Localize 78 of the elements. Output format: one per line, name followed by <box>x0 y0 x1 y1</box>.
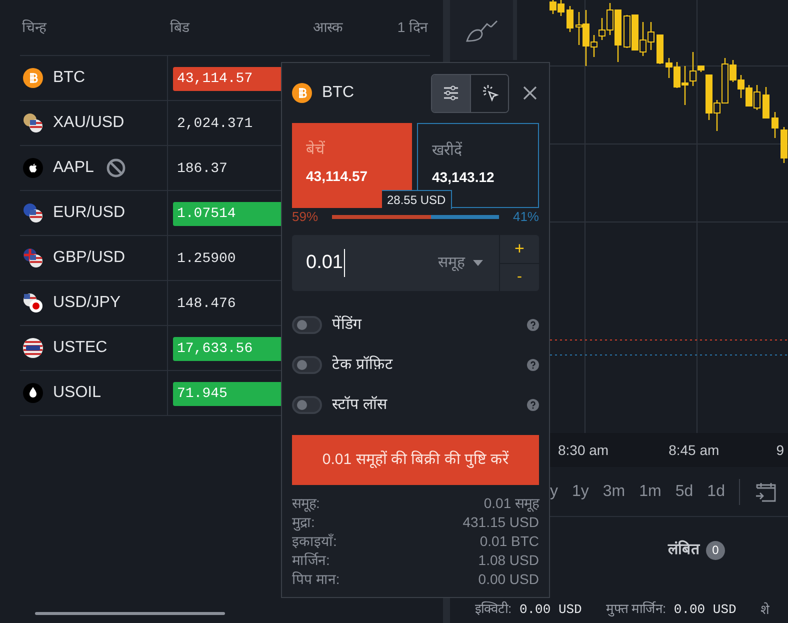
positions-tab[interactable]: लंबित 0 <box>668 538 725 562</box>
time-axis-label: 8:30 am <box>558 440 609 460</box>
detail-label: पिप मान: <box>292 570 340 589</box>
sell-percent: 59% <box>292 208 320 226</box>
toggle-switch[interactable] <box>292 356 322 374</box>
detail-label: समूह: <box>292 494 320 513</box>
timeframe-button[interactable]: 1m <box>639 480 662 504</box>
buy-percent: 41% <box>512 208 539 226</box>
symbol-name: EUR/USD <box>53 203 126 223</box>
apple-icon <box>23 158 43 178</box>
timeframe-button[interactable]: 1y <box>572 480 589 504</box>
dropdown-caret-icon[interactable] <box>473 260 483 266</box>
time-axis-label: 8:45 am <box>668 440 720 460</box>
symbol-name: USTEC <box>53 338 108 358</box>
detail-value: 1.08 USD <box>478 551 539 570</box>
candle <box>566 6 574 32</box>
scrollbar[interactable] <box>35 612 225 615</box>
decrease-button[interactable]: - <box>500 264 539 291</box>
candle <box>762 87 770 118</box>
us-flag-icon <box>23 338 43 358</box>
detail-value: 0.01 BTC <box>480 532 539 551</box>
symbol-name: XAU/USD <box>53 113 124 133</box>
toggle-switch[interactable] <box>292 316 322 334</box>
detail-label: इकाइयाँ: <box>292 532 337 551</box>
uk-flag-icon <box>23 248 43 268</box>
timeframe-button[interactable]: 3m <box>602 480 626 504</box>
option-label: पेंडिंग <box>332 314 361 335</box>
option-label: टेक प्रॉफ़िट <box>332 354 394 375</box>
detail-value: 0.01 समूह <box>484 494 539 513</box>
cursor-click-icon <box>480 84 498 102</box>
toggle-switch[interactable] <box>292 396 322 414</box>
euro-flag-icon <box>23 203 43 223</box>
detail-label: मुद्रा: <box>292 513 315 532</box>
settings-button[interactable] <box>432 74 470 112</box>
symbol-name: USD/JPY <box>53 293 121 313</box>
column-header: बिड <box>169 18 191 37</box>
candle <box>772 112 778 138</box>
column-header: चिन्ह <box>21 18 48 37</box>
symbol-name: GBP/USD <box>53 248 126 268</box>
status-item: शे <box>760 602 770 617</box>
increase-button[interactable]: + <box>500 235 539 264</box>
close-icon[interactable] <box>523 86 537 100</box>
bid-price: 186.37 <box>176 160 228 178</box>
detail-value: 431.15 USD <box>462 513 539 532</box>
help-icon[interactable] <box>527 359 539 371</box>
candle <box>780 127 788 163</box>
bitcoin-icon <box>23 68 43 88</box>
spread-tooltip: 28.55 USD <box>382 190 452 209</box>
bid-price: 2,024.371 <box>176 114 254 134</box>
bitcoin-icon <box>292 83 312 103</box>
status-item: मुफ्त मार्जिन: 0.00 USD <box>606 601 736 617</box>
timeframe-button[interactable]: 5d <box>675 480 694 504</box>
timeframe-button[interactable]: y <box>550 480 558 504</box>
sliders-icon <box>442 84 460 102</box>
blocked-icon <box>106 158 126 178</box>
bid-price: 1.25900 <box>176 250 237 268</box>
coin-flag-icon <box>23 113 43 133</box>
panel-symbol: BTC <box>322 83 354 103</box>
oil-drop-icon <box>23 383 43 403</box>
status-item: इक्विटी: 0.00 USD <box>475 601 582 617</box>
timeframe-button[interactable]: 1d <box>707 480 725 504</box>
column-header: 1 दिन <box>396 18 429 37</box>
column-header: आस्क <box>313 18 344 37</box>
detail-label: मार्जिन: <box>292 551 330 570</box>
option-label: स्टॉप लॉस <box>332 394 388 415</box>
symbol-name: BTC <box>53 68 85 88</box>
quick-order-button[interactable] <box>470 74 508 112</box>
detail-value: 0.00 USD <box>478 570 539 589</box>
confirm-sell-button[interactable]: 0.01 समूहों की बिक्री की पुष्टि करें <box>292 435 539 485</box>
symbol-name: AAPL <box>53 158 94 178</box>
japan-flag-icon <box>23 293 43 313</box>
volume-field[interactable]: 0.01 समूह <box>292 235 499 291</box>
time-axis-label: 9 <box>776 440 784 460</box>
candle <box>656 34 664 64</box>
symbol-name: USOIL <box>53 383 102 403</box>
help-icon[interactable] <box>527 399 539 411</box>
help-icon[interactable] <box>527 319 539 331</box>
bid-price: 148.476 <box>176 294 237 314</box>
